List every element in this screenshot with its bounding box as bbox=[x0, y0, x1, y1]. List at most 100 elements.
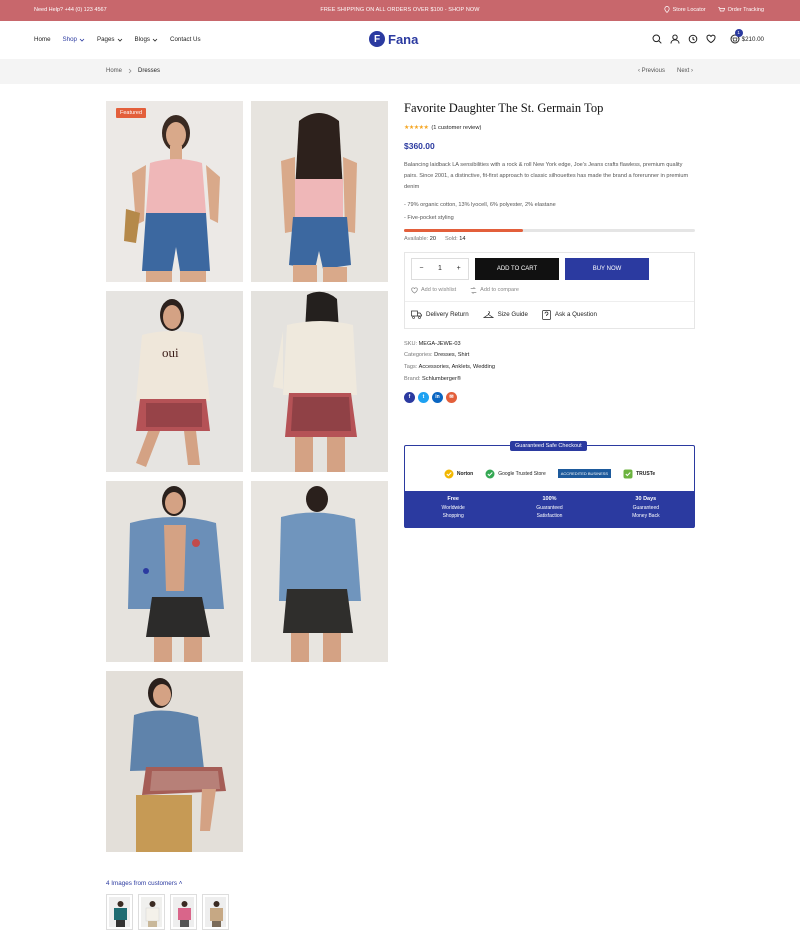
sku-value: MEGA-JEWE-03 bbox=[418, 340, 461, 347]
facebook-icon[interactable]: f bbox=[404, 391, 415, 403]
main-nav: Home Shop Pages Blogs Contact Us bbox=[34, 36, 201, 43]
truste-badge: TRUSTe bbox=[623, 469, 655, 479]
twitter-icon[interactable]: t bbox=[418, 391, 429, 403]
brand-row: Brand: Schlumberger® bbox=[404, 376, 461, 382]
customer-images-toggle[interactable]: 4 Images from customers ˄ bbox=[106, 880, 182, 887]
bbb-badge: ACCREDITED BUSINESS bbox=[557, 469, 612, 478]
customer-photo-teal-top bbox=[114, 901, 127, 927]
model-front-denim-shirt bbox=[128, 486, 224, 662]
add-to-wishlist-link[interactable]: Add to wishlist bbox=[411, 287, 456, 294]
delivery-return-link[interactable]: Delivery Return bbox=[411, 310, 469, 319]
guarantee-free: Free Worldwide Shopping bbox=[441, 496, 465, 519]
google-trusted-badge: Google Trusted Store bbox=[485, 469, 546, 479]
quantity-stepper[interactable]: − 1 + bbox=[411, 257, 469, 280]
review-count-link[interactable]: (1 customer review) bbox=[431, 125, 481, 131]
sku-row: SKU: MEGA-JEWE-03 bbox=[404, 340, 461, 347]
product-image-4[interactable] bbox=[251, 291, 388, 472]
email-icon[interactable]: ✉ bbox=[446, 391, 457, 403]
tags-row: Tags: Accessories, Anklets, Wedding bbox=[404, 364, 496, 371]
qty-value[interactable]: 1 bbox=[438, 265, 442, 272]
sold-count: 14 bbox=[459, 235, 466, 242]
chevron-down-icon bbox=[152, 38, 158, 42]
guarantee-money-back: 30 Days Guaranteed Money Back bbox=[632, 496, 660, 519]
breadcrumb-bar: Home Dresses ‹ Previous Next › bbox=[0, 59, 800, 84]
delivery-truck-icon bbox=[411, 310, 422, 319]
rating-stars: ★★★★★ bbox=[404, 125, 429, 131]
logo-mark: F bbox=[369, 31, 385, 47]
customer-thumb[interactable] bbox=[106, 894, 133, 930]
hanger-icon bbox=[482, 311, 494, 318]
product-rating: ★★★★★ (1 customer review) bbox=[404, 124, 695, 132]
safe-checkout-label: Guaranteed Safe Checkout bbox=[510, 441, 587, 451]
brand-logo[interactable]: F Fana bbox=[369, 31, 418, 47]
heart-icon[interactable] bbox=[706, 34, 716, 44]
site-header: Home Shop Pages Blogs Contact Us F Fana … bbox=[0, 21, 800, 59]
cart-button[interactable]: 1 $210.00 bbox=[730, 29, 764, 44]
svg-text:oui: oui bbox=[162, 345, 179, 360]
breadcrumb-current: Dresses bbox=[138, 68, 161, 74]
nav-pages[interactable]: Pages bbox=[97, 36, 123, 43]
model-back-sweatshirt bbox=[273, 291, 357, 472]
guarantee-band: Free Worldwide Shopping 100% Guaranteed Sati… bbox=[405, 491, 694, 528]
model-front-pink-top bbox=[124, 115, 220, 282]
customer-thumb[interactable] bbox=[202, 894, 229, 930]
product-info: Favorite Daughter The St. Germain Top ★★… bbox=[404, 100, 695, 403]
product-image-5[interactable] bbox=[106, 481, 243, 662]
next-product-link[interactable]: Next › bbox=[677, 68, 693, 74]
product-image-1[interactable]: Featured bbox=[106, 101, 243, 282]
stock-info: Available: 20 Sold: 14 bbox=[404, 235, 466, 242]
qty-increase-button[interactable]: + bbox=[457, 265, 461, 272]
brand-value[interactable]: Schlumberger® bbox=[422, 376, 461, 382]
history-icon[interactable] bbox=[688, 34, 698, 44]
breadcrumb: Home Dresses bbox=[106, 68, 160, 74]
customer-thumb[interactable] bbox=[138, 894, 165, 930]
product-price: $360.00 bbox=[404, 141, 435, 151]
feature-item: - 79% organic cotton, 13% lyocell, 6% po… bbox=[404, 201, 556, 208]
order-tracking-link[interactable]: Order Tracking bbox=[717, 6, 764, 13]
question-icon bbox=[542, 309, 551, 320]
customer-thumb[interactable] bbox=[170, 894, 197, 930]
store-locator-link[interactable]: Store Locator bbox=[664, 6, 706, 13]
qty-decrease-button[interactable]: − bbox=[419, 265, 423, 272]
purchase-box: − 1 + ADD TO CART BUY NOW Add to wishlis… bbox=[404, 251, 695, 329]
size-guide-link[interactable]: Size Guide bbox=[482, 310, 528, 319]
nav-shop[interactable]: Shop bbox=[63, 36, 85, 43]
safe-checkout-panel: Guaranteed Safe Checkout Norton Google T… bbox=[404, 441, 695, 528]
chevron-down-icon bbox=[79, 38, 85, 42]
add-to-compare-link[interactable]: Add to compare bbox=[470, 286, 519, 294]
buy-now-button[interactable]: BUY NOW bbox=[565, 257, 649, 280]
tags-value[interactable]: Accessories, Anklets, Wedding bbox=[419, 364, 495, 370]
compare-icon bbox=[470, 286, 477, 294]
previous-product-link[interactable]: ‹ Previous bbox=[638, 68, 665, 74]
search-icon[interactable] bbox=[652, 34, 662, 44]
top-announcement-bar: Need Help? +44 (0) 123 4567 FREE SHIPPIN… bbox=[0, 0, 800, 21]
product-image-2[interactable] bbox=[251, 101, 388, 282]
nav-contact[interactable]: Contact Us bbox=[170, 36, 201, 43]
product-image-3[interactable]: oui bbox=[106, 291, 243, 472]
chevron-right-icon bbox=[128, 68, 132, 74]
product-title: Favorite Daughter The St. Germain Top bbox=[404, 101, 604, 115]
nav-blogs[interactable]: Blogs bbox=[135, 36, 158, 43]
product-image-7[interactable] bbox=[106, 671, 243, 852]
nav-home[interactable]: Home bbox=[34, 36, 51, 43]
add-to-cart-button[interactable]: ADD TO CART bbox=[475, 257, 559, 280]
cart-small-icon bbox=[717, 6, 725, 11]
social-share: f t in ✉ bbox=[404, 391, 695, 403]
cart-count-badge: 1 bbox=[734, 29, 743, 37]
location-pin-icon bbox=[664, 6, 670, 13]
logo-text: Fana bbox=[388, 31, 419, 47]
featured-badge: Featured bbox=[116, 108, 147, 118]
ask-question-link[interactable]: Ask a Question bbox=[542, 309, 597, 320]
user-icon[interactable] bbox=[670, 34, 680, 44]
stock-progress-fill bbox=[404, 228, 524, 232]
product-image-6[interactable] bbox=[251, 481, 388, 662]
customer-image-thumbs bbox=[106, 894, 229, 930]
guarantee-satisfaction: 100% Guaranteed Satisfaction bbox=[536, 496, 563, 519]
categories-value[interactable]: Dresses, Shirt bbox=[434, 352, 469, 358]
linkedin-icon[interactable]: in bbox=[432, 391, 443, 403]
available-count: 20 bbox=[429, 235, 436, 242]
google-check-icon bbox=[485, 469, 495, 478]
norton-check-icon bbox=[444, 469, 454, 478]
model-back-pink-top bbox=[281, 113, 357, 282]
breadcrumb-home[interactable]: Home bbox=[106, 68, 122, 74]
